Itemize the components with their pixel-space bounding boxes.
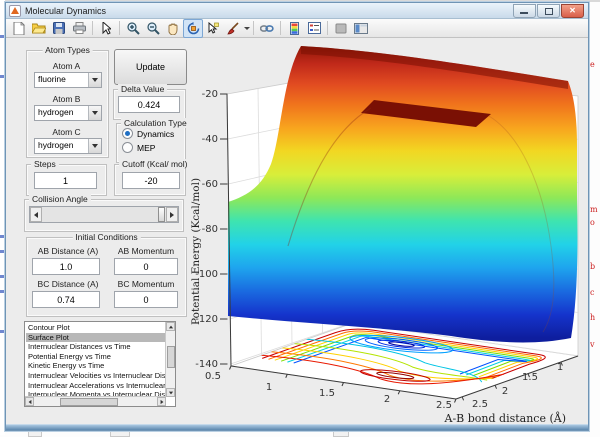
x-tick: 1 (258, 382, 280, 393)
close-button[interactable]: ✕ (561, 4, 584, 18)
scroll-up-arrow (166, 322, 175, 331)
scrollbar-thumb (60, 398, 118, 406)
open-folder-button[interactable] (29, 19, 49, 38)
z-axis-label: Potential Energy (Kcal/mol) (190, 178, 202, 325)
list-item[interactable]: Potential Energy vs Time (26, 352, 165, 362)
x-tick: 1.5 (316, 388, 338, 399)
ab-momentum-label: AB Momentum (112, 246, 180, 256)
save-button[interactable] (49, 19, 69, 38)
collision-angle-slider[interactable] (29, 206, 179, 223)
atom-types-title: Atom Types (42, 45, 93, 55)
slider-thumb[interactable] (158, 207, 165, 222)
show-plot-tools-button[interactable] (351, 19, 371, 38)
scrollbar-thumb (167, 346, 175, 368)
hide-plot-tools-button[interactable] (331, 19, 351, 38)
bc-distance-field[interactable] (32, 291, 100, 308)
scroll-right-arrow (157, 397, 166, 406)
list-item[interactable]: Internuclear Distances vs Time (26, 342, 165, 352)
vertical-scrollbar[interactable] (165, 322, 175, 397)
bc-momentum-field[interactable] (114, 291, 178, 308)
matlab-app-icon (9, 5, 21, 17)
brush-button[interactable] (223, 19, 243, 38)
data-cursor-button[interactable] (203, 19, 223, 38)
insert-colorbar-button[interactable] (284, 19, 304, 38)
x-tick: 0.5 (202, 371, 224, 382)
pan-hand-button[interactable] (163, 19, 183, 38)
ab-distance-field[interactable] (32, 258, 100, 275)
window-bottom-border (6, 424, 588, 430)
list-item[interactable]: Kinetic Energy vs Time (26, 361, 165, 371)
x-tick: 2.5 (433, 400, 455, 411)
bc-momentum-label: BC Momentum (112, 279, 180, 289)
cutoff-field[interactable] (122, 172, 180, 189)
atom-c-dropdown[interactable]: hydrogen (34, 138, 102, 154)
dropdown-arrow-icon (88, 106, 101, 120)
brush-dropdown-caret[interactable] (243, 20, 250, 37)
atom-a-label: Atom A (26, 61, 107, 71)
edit-plot-arrow-button[interactable] (96, 19, 116, 38)
radio-selected-icon (122, 128, 133, 139)
collision-angle-title: Collision Angle (29, 194, 91, 204)
horizontal-scrollbar[interactable] (25, 396, 166, 406)
z-tick: -20 (192, 89, 218, 100)
x-tick: 2 (376, 394, 398, 405)
steps-field[interactable] (34, 172, 97, 189)
y-tick: 1.5 (519, 372, 541, 383)
print-button[interactable] (69, 19, 89, 38)
steps-title: Steps (31, 159, 59, 169)
ab-distance-label: AB Distance (A) (32, 246, 104, 256)
slider-right-arrow[interactable] (166, 207, 178, 222)
y-tick: 1 (549, 362, 571, 373)
radio-unselected-icon (122, 142, 133, 153)
update-button[interactable]: Update (114, 49, 187, 85)
title-bar[interactable]: Molecular Dynamics ✕ (6, 3, 588, 19)
insert-legend-button[interactable] (304, 19, 324, 38)
calculation-type-title: Calculation Type (121, 118, 190, 128)
y-tick: 2 (494, 386, 516, 397)
rotate-3d-button[interactable] (183, 19, 203, 38)
new-file-button[interactable] (9, 19, 29, 38)
atom-c-label: Atom C (26, 127, 107, 137)
list-item[interactable]: Contour Plot (26, 323, 165, 333)
ab-momentum-field[interactable] (114, 258, 178, 275)
background-fragment (110, 430, 130, 437)
bc-distance-label: BC Distance (A) (32, 279, 104, 289)
delta-value-field[interactable] (118, 96, 180, 113)
scroll-down-arrow (166, 388, 175, 397)
minimize-button[interactable] (513, 4, 536, 18)
maximize-button[interactable] (537, 4, 560, 18)
atom-b-dropdown[interactable]: hydrogen (34, 105, 102, 121)
dropdown-arrow-icon (88, 139, 101, 153)
z-tick: -140 (192, 359, 218, 370)
initial-conditions-title: Initial Conditions (72, 232, 140, 242)
scroll-left-arrow (25, 397, 34, 406)
link-plot-button[interactable] (257, 19, 277, 38)
background-fragment (28, 431, 42, 437)
list-item-selected[interactable]: Surface Plot (26, 333, 165, 343)
z-tick: -40 (192, 134, 218, 145)
atom-a-dropdown[interactable]: fluorine (34, 72, 102, 88)
zoom-out-button[interactable] (143, 19, 163, 38)
list-item[interactable]: Internuclear Velocities vs Internuclear … (26, 371, 165, 381)
background-fragment (333, 430, 349, 437)
delta-value-title: Delta Value (118, 84, 167, 94)
radio-dynamics[interactable]: Dynamics (122, 128, 174, 139)
dropdown-arrow-icon (88, 73, 101, 87)
surface-plot-canvas[interactable] (191, 36, 588, 428)
surface-plot-axes[interactable] (191, 36, 588, 428)
cutoff-title: Cutoff (Kcal/ mol) (119, 159, 191, 169)
window-title: Molecular Dynamics (25, 6, 106, 16)
plot-type-listbox: Contour Plot Surface Plot Internuclear D… (24, 321, 176, 407)
list-item[interactable]: Internuclear Accelerations vs Internucle… (26, 381, 165, 391)
slider-left-arrow[interactable] (30, 207, 42, 222)
atom-b-label: Atom B (26, 94, 107, 104)
molecular-dynamics-window: Molecular Dynamics ✕ Atom (5, 2, 589, 431)
y-tick: 2.5 (469, 399, 491, 410)
radio-mep[interactable]: MEP (122, 142, 155, 153)
zoom-in-button[interactable] (123, 19, 143, 38)
